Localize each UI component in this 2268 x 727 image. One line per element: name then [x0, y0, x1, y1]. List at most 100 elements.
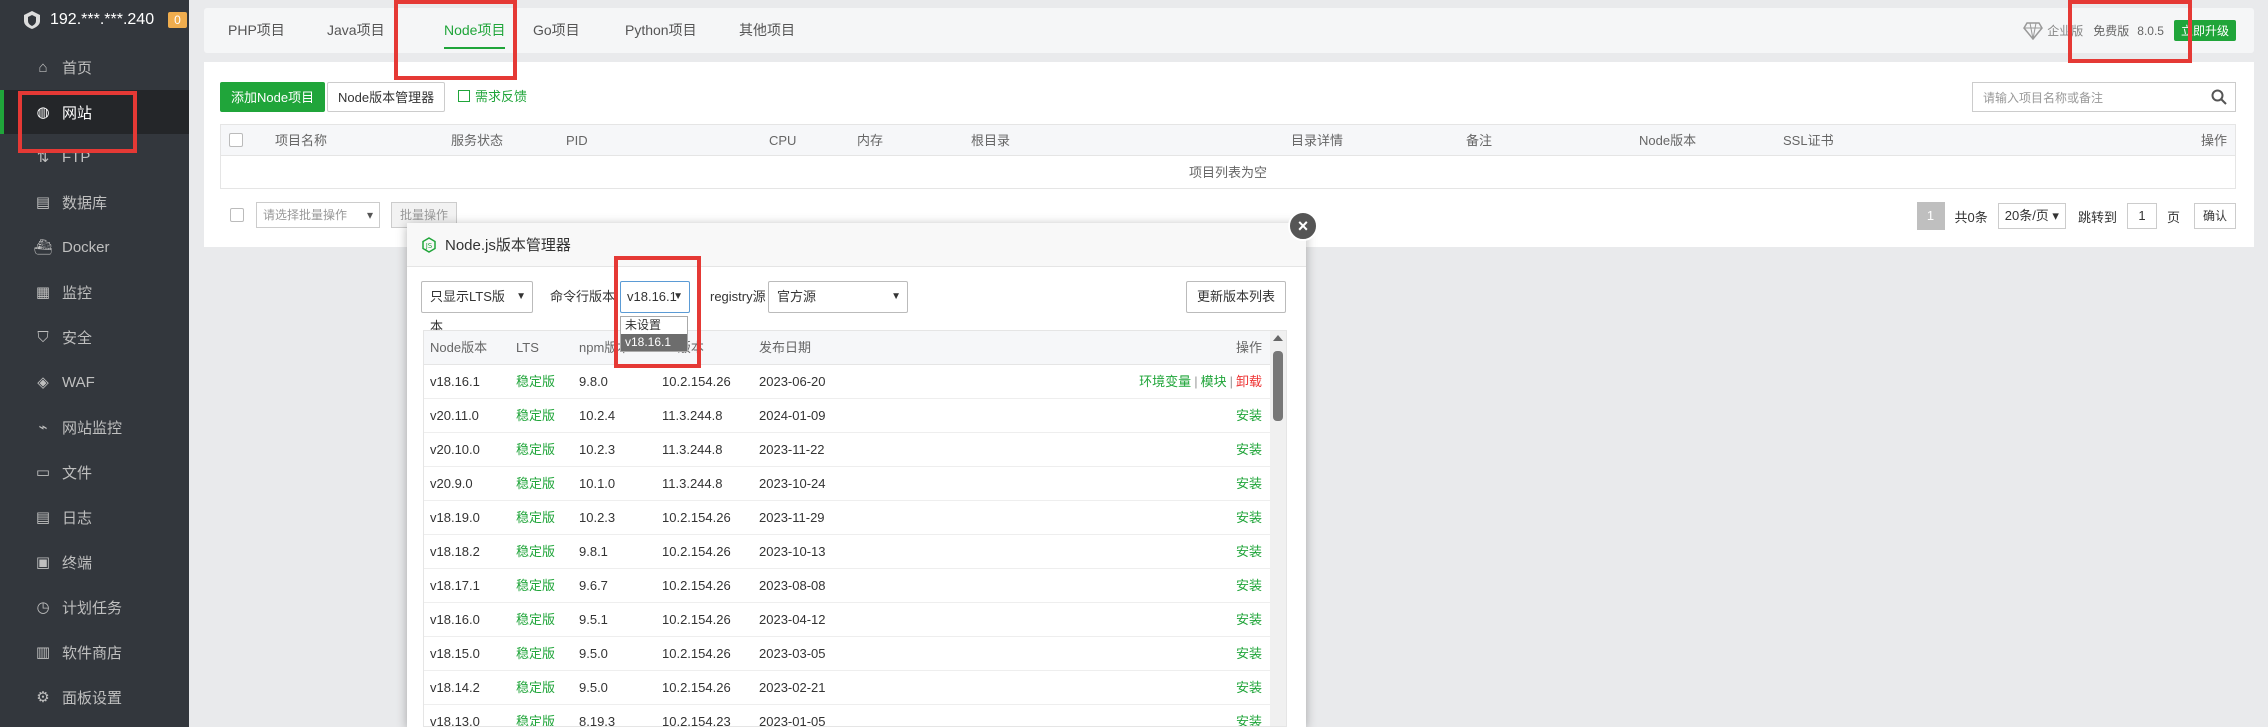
sidebar-item-8[interactable]: ⌁ 网站监控: [0, 405, 189, 449]
install-link[interactable]: 安装: [1236, 544, 1262, 559]
col-ssl: SSL证书: [1783, 133, 1834, 148]
cell-lts: 稳定版: [516, 714, 556, 727]
install-link[interactable]: 安装: [1236, 408, 1262, 423]
version-row: v18.18.2 稳定版 9.8.1 10.2.154.26 2023-10-13 安装: [424, 535, 1270, 569]
install-link[interactable]: 安装: [1236, 646, 1262, 661]
sidebar-item-13[interactable]: ▥ 软件商店: [0, 630, 189, 674]
notification-badge[interactable]: 0: [168, 12, 187, 28]
jump-page-input[interactable]: 1: [2126, 203, 2157, 229]
sidebar-item-9[interactable]: ▭ 文件: [0, 450, 189, 494]
update-version-list-button[interactable]: 更新版本列表: [1185, 281, 1286, 313]
tab-python[interactable]: Python项目: [625, 8, 697, 53]
sidebar-item-14[interactable]: ⚙ 面板设置: [0, 675, 189, 719]
row-actions: 安装: [1236, 501, 1262, 535]
env-vars-link[interactable]: 环境变量: [1139, 374, 1191, 389]
tab-other[interactable]: 其他项目: [739, 8, 795, 53]
lts-filter-value: 只显示LTS版本: [430, 289, 505, 334]
page-size-select[interactable]: 20条/页 ▾: [1997, 203, 2066, 229]
sidebar-item-12[interactable]: ◷ 计划任务: [0, 585, 189, 629]
cell-npm: 9.5.0: [579, 646, 608, 661]
cell-lts: 稳定版: [516, 374, 556, 389]
version-row: v18.19.0 稳定版 10.2.3 10.2.154.26 2023-11-29 安装: [424, 501, 1270, 535]
sidebar-item-4[interactable]: ⛴ Docker: [0, 225, 189, 269]
monitor-icon: ▦: [35, 284, 51, 301]
sidebar-item-3[interactable]: ▤ 数据库: [0, 180, 189, 224]
sidebar-item-label: 文件: [62, 464, 93, 482]
scroll-up-icon[interactable]: [1273, 335, 1283, 341]
install-link[interactable]: 安装: [1236, 612, 1262, 627]
sidebar-item-6[interactable]: ⛉ 安全: [0, 315, 189, 359]
separator: |: [1194, 374, 1198, 389]
empty-table-message: 项目列表为空: [220, 156, 2236, 189]
cell-npm: 10.1.0: [579, 476, 616, 491]
page-total: 共0条: [1954, 209, 1988, 225]
row-actions: 安装: [1236, 399, 1262, 433]
install-link[interactable]: 安装: [1236, 476, 1262, 491]
install-link[interactable]: 安装: [1236, 714, 1262, 726]
col-node-version: Node版本: [1639, 133, 1697, 148]
search-placeholder: 请输入项目名称或备注: [1983, 90, 2104, 105]
feedback-link[interactable]: 需求反馈: [458, 82, 527, 112]
lts-filter-select[interactable]: 只显示LTS版本 ▼: [421, 281, 533, 334]
version-row: v20.10.0 稳定版 10.2.3 11.3.244.8 2023-11-22 安装: [424, 433, 1270, 467]
sidebar-item-label: 日志: [62, 509, 93, 527]
cell-npm: 9.8.0: [579, 374, 608, 389]
col-memory: 内存: [857, 133, 884, 148]
install-link[interactable]: 安装: [1236, 680, 1262, 695]
sidebar-item-11[interactable]: ▣ 终端: [0, 540, 189, 584]
cell-lts: 稳定版: [516, 476, 556, 491]
col-project-name: 项目名称: [275, 133, 328, 148]
col-node-version: Node版本: [430, 340, 488, 355]
uninstall-link[interactable]: 卸载: [1236, 374, 1262, 389]
modules-link[interactable]: 模块: [1201, 374, 1227, 389]
search-input[interactable]: 请输入项目名称或备注: [1972, 82, 2236, 112]
dropdown-option-unset[interactable]: 未设置: [621, 317, 687, 334]
install-link[interactable]: 安装: [1236, 578, 1262, 593]
diamond-icon: [2023, 21, 2044, 40]
cell-version: v20.10.0: [430, 442, 480, 457]
cell-lts: 稳定版: [516, 612, 556, 627]
scrollbar-thumb[interactable]: [1273, 351, 1283, 421]
registry-select[interactable]: 官方源 ▼: [768, 281, 908, 313]
col-action: 操作: [1235, 340, 1262, 355]
sidebar-item-label: 软件商店: [62, 644, 123, 662]
cell-version: v18.13.0: [430, 714, 480, 727]
page-current[interactable]: 1: [1916, 202, 1945, 230]
install-link[interactable]: 安装: [1236, 510, 1262, 525]
tab-java[interactable]: Java项目: [327, 8, 385, 53]
jump-confirm-button[interactable]: 确认: [2193, 203, 2236, 229]
cell-v8: 10.2.154.26: [662, 612, 731, 627]
cell-version: v18.19.0: [430, 510, 480, 525]
sidebar-item-10[interactable]: ▤ 日志: [0, 495, 189, 539]
cell-date: 2024-01-09: [759, 408, 826, 423]
version-table-scrollbar[interactable]: [1270, 331, 1286, 726]
cell-date: 2023-10-13: [759, 544, 826, 559]
close-icon[interactable]: ×: [1288, 211, 1318, 241]
cell-lts: 稳定版: [516, 442, 556, 457]
sidebar-item-0[interactable]: ⌂ 首页: [0, 45, 189, 89]
sidebar-item-5[interactable]: ▦ 监控: [0, 270, 189, 314]
add-node-project-button[interactable]: 添加Node项目: [220, 82, 326, 112]
version-row: v18.14.2 稳定版 9.5.0 10.2.154.26 2023-02-21 安装: [424, 671, 1270, 705]
search-icon[interactable]: [2211, 89, 2227, 105]
panel-logo-icon: [24, 11, 40, 29]
select-all-checkbox[interactable]: [229, 133, 243, 147]
cell-v8: 11.3.244.8: [662, 442, 723, 457]
cell-v8: 10.2.154.23: [662, 714, 731, 727]
version-row: v20.9.0 稳定版 10.1.0 11.3.244.8 2023-10-24 安装: [424, 467, 1270, 501]
sidebar-item-7[interactable]: ◈ WAF: [0, 360, 189, 404]
batch-checkbox[interactable]: [230, 208, 244, 222]
dropdown-option-v18[interactable]: v18.16.1: [621, 334, 687, 351]
node-version-table: Node版本 LTS npm版本 V8版本 发布日期 操作 v18.16.1 稳定…: [423, 330, 1287, 727]
col-cpu: CPU: [769, 133, 797, 148]
install-link[interactable]: 安装: [1236, 442, 1262, 457]
clock-icon: ◷: [36, 599, 50, 616]
shield-icon: ⛉: [37, 328, 49, 346]
col-dir-detail: 目录详情: [1291, 133, 1344, 148]
batch-operation-select[interactable]: 请选择批量操作 ▾: [256, 202, 380, 228]
project-table-header: 项目名称 服务状态 PID CPU 内存 根目录 目录详情 备注 Node版本 …: [220, 124, 2236, 156]
tab-go[interactable]: Go项目: [533, 8, 580, 53]
tab-php[interactable]: PHP项目: [228, 8, 285, 53]
node-version-manager-button[interactable]: Node版本管理器: [327, 82, 446, 112]
cell-v8: 11.3.244.8: [662, 476, 723, 491]
